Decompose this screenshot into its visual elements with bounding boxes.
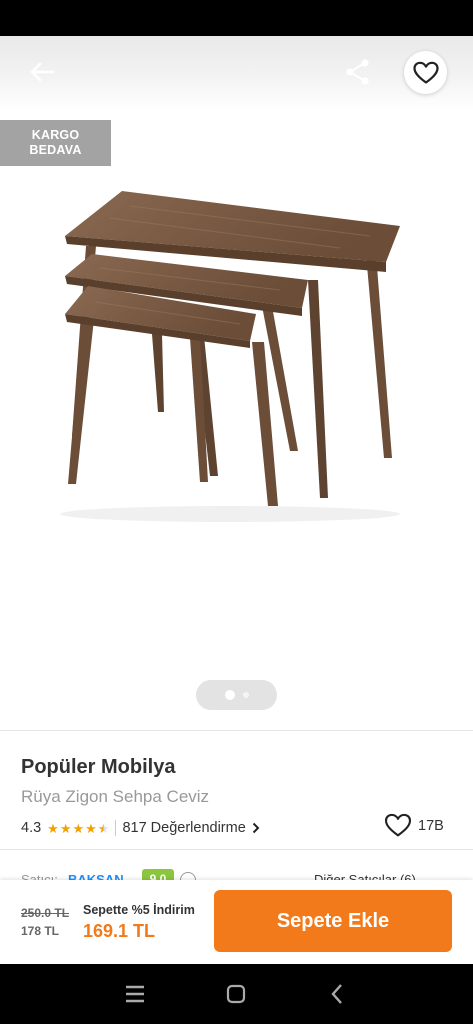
chevron-right-icon: [252, 822, 260, 834]
old-price: 250.0 TL: [21, 906, 70, 920]
star-icon: ★: [72, 820, 85, 836]
home-square-icon: [226, 984, 246, 1004]
add-to-cart-button[interactable]: Sepete Ekle: [214, 890, 452, 952]
home-button[interactable]: [214, 978, 258, 1010]
menu-lines-icon: [126, 985, 144, 1003]
base-price: 178 TL: [21, 924, 60, 938]
recent-apps-button[interactable]: [113, 978, 157, 1010]
system-back-button[interactable]: [315, 978, 359, 1010]
star-icon: ★: [59, 820, 72, 836]
pager-dot-active[interactable]: [224, 690, 235, 700]
half-star-icon: ★: [97, 820, 110, 836]
star-icon: ★: [85, 820, 97, 836]
chevron-left-icon: [331, 984, 342, 1004]
pager-dot[interactable]: [242, 692, 249, 698]
seller-score-badge: 9.0: [142, 869, 174, 880]
star-icon: ★: [47, 820, 59, 836]
seller-name[interactable]: BAKSAN: [68, 872, 124, 880]
badge-line-1: KARGO: [31, 128, 80, 142]
share-button[interactable]: [338, 54, 378, 90]
arrow-left-icon: [30, 62, 55, 82]
separator: [115, 820, 117, 836]
reviews-count: 817 Değerlendirme: [122, 820, 246, 836]
brand-name[interactable]: Popüler Mobilya: [21, 756, 175, 779]
rating-value: 4.3: [21, 820, 42, 836]
product-gallery[interactable]: KARGO BEDAVA: [0, 36, 473, 730]
rating-stars: ★ ★ ★ ★ ★: [47, 822, 109, 835]
heart-outline-icon: [412, 61, 439, 84]
heart-outline-icon: [384, 813, 412, 837]
reviews-link[interactable]: 817 Değerlendirme: [122, 820, 260, 836]
back-button[interactable]: [20, 56, 64, 88]
free-shipping-badge: KARGO BEDAVA: [0, 120, 111, 166]
like-count: 17B: [418, 817, 444, 834]
share-icon: [346, 59, 369, 85]
info-icon[interactable]: [180, 872, 196, 880]
buy-bar: 250.0 TL 178 TL Sepette %5 İndirim 169.1…: [0, 880, 473, 964]
like-button[interactable]: 17B: [384, 813, 444, 838]
system-nav-bar: [0, 964, 473, 1024]
rating-row: 4.3 ★ ★ ★ ★ ★ 817 Değerlendirme: [21, 818, 260, 838]
favorite-button[interactable]: [404, 51, 447, 94]
product-image: [60, 191, 400, 522]
badge-line-2: BEDAVA: [29, 143, 82, 157]
header-gradient: [0, 36, 473, 111]
status-bar: [0, 0, 473, 36]
final-price: 169.1 TL: [83, 921, 156, 941]
seller-label: Satıcı:: [21, 872, 58, 880]
divider: [0, 730, 473, 731]
cart-discount-label: Sepette %5 İndirim: [83, 903, 195, 917]
divider: [0, 849, 473, 850]
other-sellers-link[interactable]: Diğer Satıcılar (6): [314, 872, 416, 880]
product-title: Rüya Zigon Sehpa Ceviz: [21, 787, 210, 806]
image-pager[interactable]: [196, 680, 277, 710]
seller-row: Satıcı: BAKSAN 9.0 Diğer Satıcılar (6): [0, 866, 473, 880]
